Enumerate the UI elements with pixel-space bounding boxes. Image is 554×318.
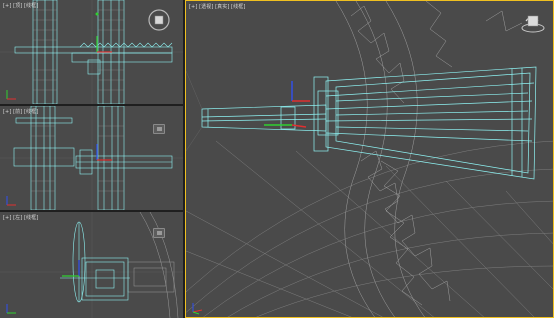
perspective-view-wireframe [186, 1, 553, 317]
viewport-front-label[interactable]: [+] [前] [线框] [3, 108, 38, 115]
axis-tripod-icon [4, 302, 18, 316]
front-view-wireframe [0, 106, 183, 210]
viewport-top[interactable]: [+] [顶] [线框] [0, 0, 183, 104]
viewcube-icon[interactable] [520, 11, 546, 35]
viewport-perspective[interactable]: [+] [透视] [真实] [线框] [185, 0, 554, 318]
viewport-top-label[interactable]: [+] [顶] [线框] [3, 2, 38, 9]
axis-tripod-icon [4, 88, 18, 102]
axis-tripod-icon [4, 194, 18, 208]
viewport-front[interactable]: [+] [前] [线框] [0, 106, 183, 210]
viewport-perspective-label[interactable]: [+] [透视] [真实] [线框] [189, 3, 245, 10]
viewport-left[interactable]: [+] [左] [线框] [0, 212, 183, 318]
viewcube-icon[interactable] [147, 8, 171, 32]
steering-wheel-icon[interactable] [153, 124, 165, 134]
viewport-left-label[interactable]: [+] [左] [线框] [3, 214, 38, 221]
axis-tripod-icon [190, 301, 204, 315]
steering-wheel-icon[interactable] [153, 228, 165, 238]
